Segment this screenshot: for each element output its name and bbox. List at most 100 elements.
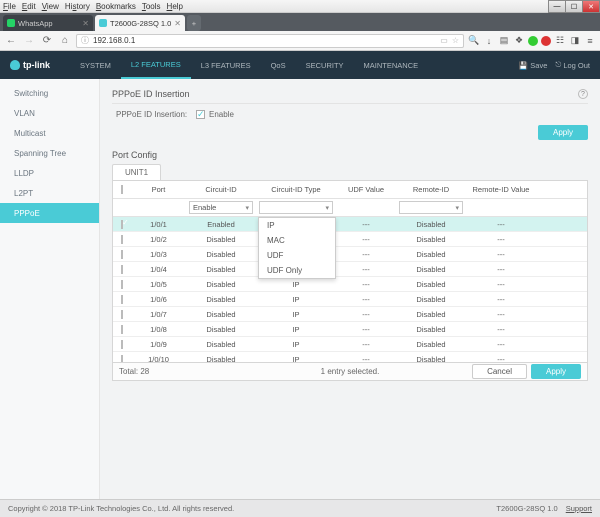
reader-icon[interactable]: ▭ bbox=[440, 36, 448, 45]
nav-qos[interactable]: QoS bbox=[261, 51, 296, 79]
tab-label: WhatsApp bbox=[18, 19, 53, 28]
menu-edit[interactable]: Edit bbox=[22, 2, 36, 11]
table-row[interactable]: 1/0/4DisabledIP---Disabled--- bbox=[113, 262, 587, 277]
sidebar-item-lldp[interactable]: LLDP bbox=[0, 163, 99, 183]
menu-view[interactable]: View bbox=[42, 2, 59, 11]
cell-remote-value: --- bbox=[466, 340, 536, 349]
cancel-button[interactable]: Cancel bbox=[472, 364, 527, 379]
sidebar-item-switching[interactable]: Switching bbox=[0, 83, 99, 103]
logout-button[interactable]: ⎋Log Out bbox=[555, 60, 590, 70]
extension-icon[interactable]: ❖ bbox=[513, 35, 525, 47]
site-info-icon[interactable]: ⓘ bbox=[81, 35, 89, 46]
cell-circuit: Disabled bbox=[186, 340, 256, 349]
row-checkbox[interactable] bbox=[121, 235, 123, 244]
circuit-type-dropdown[interactable]: IP MAC UDF UDF Only bbox=[258, 217, 336, 279]
window-controls: — ☐ ✕ bbox=[549, 0, 600, 13]
select-all-checkbox[interactable] bbox=[121, 185, 123, 194]
search-icon[interactable]: 🔍 bbox=[468, 35, 480, 47]
apply-table-button[interactable]: Apply bbox=[531, 364, 581, 379]
menu-tools[interactable]: Tools bbox=[142, 2, 161, 11]
menu-bookmarks[interactable]: Bookmarks bbox=[96, 2, 136, 11]
table-row[interactable]: 1/0/8DisabledIP---Disabled--- bbox=[113, 322, 587, 337]
forward-button[interactable]: → bbox=[22, 34, 36, 48]
cell-port: 1/0/6 bbox=[131, 295, 186, 304]
row-checkbox[interactable] bbox=[121, 265, 123, 274]
table-row[interactable]: 1/0/10DisabledIP---Disabled--- bbox=[113, 352, 587, 362]
enable-checkbox[interactable] bbox=[196, 110, 205, 119]
support-link[interactable]: Support bbox=[566, 504, 592, 513]
unit-tab[interactable]: UNIT1 bbox=[112, 164, 161, 180]
table-row[interactable]: 1/0/6DisabledIP---Disabled--- bbox=[113, 292, 587, 307]
close-button[interactable]: ✕ bbox=[582, 0, 600, 13]
home-button[interactable]: ⌂ bbox=[58, 34, 72, 48]
sidebar-item-vlan[interactable]: VLAN bbox=[0, 103, 99, 123]
sidebar-item-multicast[interactable]: Multicast bbox=[0, 123, 99, 143]
table-row[interactable]: 1/0/7DisabledIP---Disabled--- bbox=[113, 307, 587, 322]
nav-l2-features[interactable]: L2 FEATURES bbox=[121, 51, 191, 79]
option-udf-only[interactable]: UDF Only bbox=[259, 263, 335, 278]
option-ip[interactable]: IP bbox=[259, 218, 335, 233]
row-checkbox[interactable] bbox=[121, 325, 123, 334]
cell-port: 1/0/10 bbox=[131, 355, 186, 363]
filter-remote-select[interactable] bbox=[399, 201, 463, 214]
help-icon[interactable]: ? bbox=[578, 89, 588, 99]
sidebar-icon[interactable]: ◨ bbox=[569, 35, 581, 47]
cell-remote: Disabled bbox=[396, 280, 466, 289]
table-row[interactable]: 1/0/5DisabledIP---Disabled--- bbox=[113, 277, 587, 292]
browser-tab-tplink[interactable]: T2600G-28SQ 1.0 ✕ bbox=[95, 15, 185, 31]
table-row[interactable]: 1/0/2DisabledIP---Disabled--- bbox=[113, 232, 587, 247]
extension-green-icon[interactable] bbox=[528, 36, 538, 46]
row-checkbox[interactable] bbox=[121, 340, 123, 349]
address-bar[interactable]: ⓘ 192.168.0.1 ▭ ☆ bbox=[76, 34, 464, 48]
library-icon[interactable]: ☷ bbox=[554, 35, 566, 47]
browser-tab-whatsapp[interactable]: WhatsApp ✕ bbox=[3, 15, 93, 31]
insertion-label: PPPoE ID Insertion: bbox=[116, 110, 196, 119]
menu-history[interactable]: History bbox=[65, 2, 90, 11]
row-checkbox[interactable] bbox=[121, 310, 123, 319]
save-button[interactable]: 💾Save bbox=[519, 61, 547, 70]
filter-circuit-type-select[interactable] bbox=[259, 201, 333, 214]
table-row[interactable]: 1/0/1Enabled---Disabled--- bbox=[113, 217, 587, 232]
option-mac[interactable]: MAC bbox=[259, 233, 335, 248]
table-row[interactable]: 1/0/9DisabledIP---Disabled--- bbox=[113, 337, 587, 352]
reload-button[interactable]: ⟳ bbox=[40, 34, 54, 48]
sidebar-item-spanning-tree[interactable]: Spanning Tree bbox=[0, 143, 99, 163]
option-udf[interactable]: UDF bbox=[259, 248, 335, 263]
close-tab-icon[interactable]: ✕ bbox=[174, 19, 181, 28]
cell-udf: --- bbox=[336, 340, 396, 349]
sidebar-item-pppoe[interactable]: PPPoE bbox=[0, 203, 99, 223]
maximize-button[interactable]: ☐ bbox=[565, 0, 583, 13]
logo-icon bbox=[10, 60, 20, 70]
table-footer: Total: 28 1 entry selected. Cancel Apply bbox=[113, 362, 587, 380]
nav-maintenance[interactable]: MAINTENANCE bbox=[354, 51, 429, 79]
cell-udf: --- bbox=[336, 250, 396, 259]
menu-file[interactable]: File bbox=[3, 2, 16, 11]
nav-l3-features[interactable]: L3 FEATURES bbox=[191, 51, 261, 79]
cell-remote-value: --- bbox=[466, 295, 536, 304]
col-remote-id-value: Remote-ID Value bbox=[466, 185, 536, 194]
menu-icon[interactable]: ≡ bbox=[584, 35, 596, 47]
close-tab-icon[interactable]: ✕ bbox=[82, 19, 89, 28]
nav-system[interactable]: SYSTEM bbox=[70, 51, 121, 79]
minimize-button[interactable]: — bbox=[548, 0, 566, 13]
cell-remote: Disabled bbox=[396, 265, 466, 274]
row-checkbox[interactable] bbox=[121, 295, 123, 304]
bookmark-icon[interactable]: ☆ bbox=[452, 36, 459, 45]
filter-circuit-select[interactable]: Enable bbox=[189, 201, 253, 214]
back-button[interactable]: ← bbox=[4, 34, 18, 48]
new-tab-button[interactable]: + bbox=[187, 15, 201, 31]
extension-icon[interactable]: ▤ bbox=[498, 35, 510, 47]
nav-security[interactable]: SECURITY bbox=[296, 51, 354, 79]
downloads-icon[interactable]: ↓ bbox=[483, 35, 495, 47]
cell-udf: --- bbox=[336, 355, 396, 363]
row-checkbox[interactable] bbox=[121, 355, 123, 363]
table-row[interactable]: 1/0/3DisabledIP---Disabled--- bbox=[113, 247, 587, 262]
extension-red-icon[interactable] bbox=[541, 36, 551, 46]
row-checkbox[interactable] bbox=[121, 250, 123, 259]
menu-help[interactable]: Help bbox=[167, 2, 183, 11]
sidebar-item-l2pt[interactable]: L2PT bbox=[0, 183, 99, 203]
row-checkbox[interactable] bbox=[121, 280, 123, 289]
row-checkbox[interactable] bbox=[121, 220, 123, 229]
main-nav: SYSTEM L2 FEATURES L3 FEATURES QoS SECUR… bbox=[70, 51, 428, 79]
apply-insertion-button[interactable]: Apply bbox=[538, 125, 588, 140]
